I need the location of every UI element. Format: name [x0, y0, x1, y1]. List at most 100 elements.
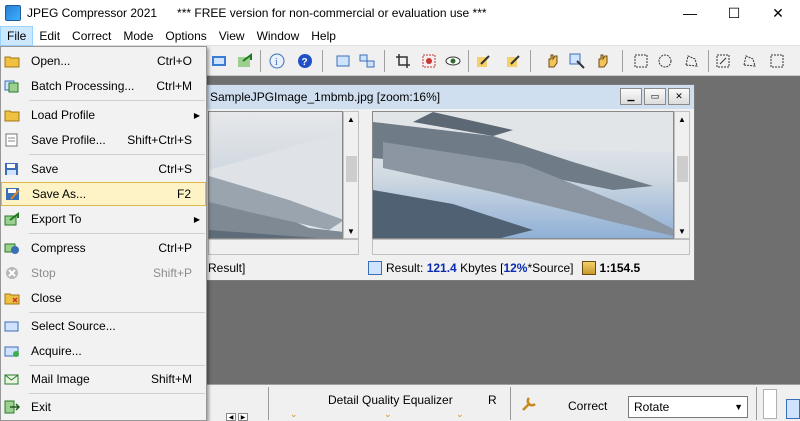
menu-help[interactable]: Help	[305, 26, 342, 46]
toolbar-lasso-icon[interactable]	[680, 50, 702, 72]
menu-item-select-source[interactable]: Select Source...	[1, 314, 206, 338]
toolbar-compress-icon[interactable]	[208, 50, 230, 72]
image-minimize-button[interactable]: ▁	[620, 88, 642, 105]
menu-correct[interactable]: Correct	[66, 26, 117, 46]
save-profile-icon	[4, 132, 20, 148]
result-horizontal-scrollbar[interactable]	[372, 239, 690, 255]
toolbar-export-icon[interactable]	[234, 50, 256, 72]
menu-item-stop: Stop Shift+P	[1, 261, 206, 285]
menu-mode[interactable]: Mode	[117, 26, 159, 46]
select-source-icon	[4, 318, 20, 334]
equalizer-marker-icon: ⌄	[290, 409, 298, 419]
result-unit: Kbytes	[460, 261, 497, 275]
percent-suffix: *Source]	[527, 261, 574, 275]
source-image-pane[interactable]	[208, 111, 343, 239]
result-vertical-scrollbar[interactable]: ▲ ▼	[674, 111, 690, 239]
close-button[interactable]: ✕	[756, 0, 800, 26]
result-label: Result:	[386, 261, 424, 275]
toolbar-redeye-icon[interactable]	[418, 50, 440, 72]
window-controls: — ☐ ✕	[668, 0, 800, 26]
menu-item-export-to[interactable]: Export To ▶	[1, 207, 206, 231]
file-menu-dropdown: Open... Ctrl+O Batch Processing... Ctrl+…	[0, 46, 207, 421]
window-title: JPEG Compressor 2021 *** FREE version fo…	[27, 6, 487, 20]
side-scrollbar[interactable]	[763, 389, 777, 419]
menu-item-mail-image[interactable]: Mail Image Shift+M	[1, 367, 206, 391]
toolbar-view-icon[interactable]	[442, 50, 464, 72]
export-icon	[4, 211, 20, 227]
exit-icon	[4, 399, 20, 415]
result-status-icon	[368, 261, 382, 275]
menu-item-save-as[interactable]: Save As... F2	[1, 182, 206, 206]
acquire-icon	[4, 343, 20, 359]
correct-wrench-icon[interactable]	[520, 395, 538, 416]
compress-icon	[4, 240, 20, 256]
toolbar-pan-icon[interactable]	[592, 50, 614, 72]
image-window-title: SampleJPGImage_1mbmb.jpg [zoom:16%]	[210, 90, 441, 104]
equalizer-marker-icon: ⌄	[456, 409, 464, 419]
menu-item-open[interactable]: Open... Ctrl+O	[1, 49, 206, 73]
image-window: SampleJPGImage_1mbmb.jpg [zoom:16%] ▁ ▭ …	[205, 84, 695, 281]
maximize-button[interactable]: ☐	[712, 0, 756, 26]
result-status: Result: 121.4 Kbytes [12% *Source] 1:154.…	[368, 257, 640, 279]
toolbar-more-icon[interactable]	[738, 50, 760, 72]
chevron-down-icon: ▼	[734, 402, 743, 412]
rotate-select[interactable]: Rotate ▼	[628, 396, 748, 418]
correct-label: Correct	[568, 399, 608, 413]
open-folder-icon	[4, 53, 20, 69]
menu-item-compress[interactable]: Compress Ctrl+P	[1, 236, 206, 260]
toolbar-zoom-icon[interactable]	[566, 50, 588, 72]
menu-window[interactable]: Window	[251, 26, 306, 46]
title-bar: JPEG Compressor 2021 *** FREE version fo…	[0, 0, 800, 26]
image-close-button[interactable]: ✕	[668, 88, 690, 105]
menu-item-save-profile[interactable]: Save Profile... Shift+Ctrl+S	[1, 128, 206, 152]
toolbar-rect-select-icon[interactable]	[630, 50, 652, 72]
toolbar-info-icon[interactable]: i	[266, 50, 288, 72]
toolbar-help-icon[interactable]: ?	[294, 50, 316, 72]
save-icon	[4, 161, 20, 177]
toolbar-hand-icon[interactable]	[542, 50, 564, 72]
close-folder-icon	[4, 290, 20, 306]
menu-view[interactable]: View	[213, 26, 251, 46]
menu-item-save[interactable]: Save Ctrl+S	[1, 157, 206, 181]
minimize-button[interactable]: —	[668, 0, 712, 26]
nav-right-button[interactable]: ▶	[238, 413, 248, 421]
equalizer-marker-icon: ⌄	[384, 409, 392, 419]
menu-item-close[interactable]: Close	[1, 286, 206, 310]
mail-icon	[4, 371, 20, 387]
compression-ratio: 1:154.5	[599, 261, 641, 275]
toolbar-edit-icon[interactable]	[472, 50, 494, 72]
source-horizontal-scrollbar[interactable]	[208, 239, 359, 255]
menu-item-batch-processing[interactable]: Batch Processing... Ctrl+M	[1, 74, 206, 98]
menu-item-acquire[interactable]: Acquire...	[1, 339, 206, 363]
equalizer-label: Detail Quality Equalizer	[328, 393, 453, 407]
menu-options[interactable]: Options	[159, 26, 212, 46]
submenu-arrow-icon: ▶	[193, 214, 200, 224]
toolbar-window-icon[interactable]	[332, 50, 354, 72]
menu-item-exit[interactable]: Exit	[1, 395, 206, 419]
source-vertical-scrollbar[interactable]: ▲ ▼	[343, 111, 359, 239]
image-restore-button[interactable]: ▭	[644, 88, 666, 105]
menu-edit[interactable]: Edit	[33, 26, 66, 46]
toolbar-wand-icon[interactable]	[712, 50, 734, 72]
app-icon	[5, 5, 21, 21]
save-as-icon	[5, 186, 21, 202]
svg-text:?: ?	[302, 57, 308, 68]
batch-icon	[4, 78, 20, 94]
rotate-select-value: Rotate	[634, 400, 670, 414]
toolbar-note-icon[interactable]	[502, 50, 524, 72]
ratio-icon	[581, 261, 596, 275]
result-image-pane[interactable]	[372, 111, 674, 239]
stop-icon	[4, 265, 20, 281]
toolbar-ellipse-select-icon[interactable]	[654, 50, 676, 72]
side-tool-icon[interactable]	[786, 399, 800, 419]
svg-text:i: i	[275, 57, 278, 68]
source-status: Result]	[208, 257, 245, 279]
menu-file[interactable]: File	[0, 25, 34, 46]
equalizer-r-label: R	[488, 393, 497, 407]
toolbar-fill-icon[interactable]	[766, 50, 788, 72]
toolbar-tile-icon[interactable]	[356, 50, 378, 72]
menu-item-load-profile[interactable]: Load Profile ▶	[1, 103, 206, 127]
nav-left-button[interactable]: ◀	[226, 413, 236, 421]
toolbar-crop-icon[interactable]	[392, 50, 414, 72]
result-percent: 12%	[503, 261, 528, 275]
